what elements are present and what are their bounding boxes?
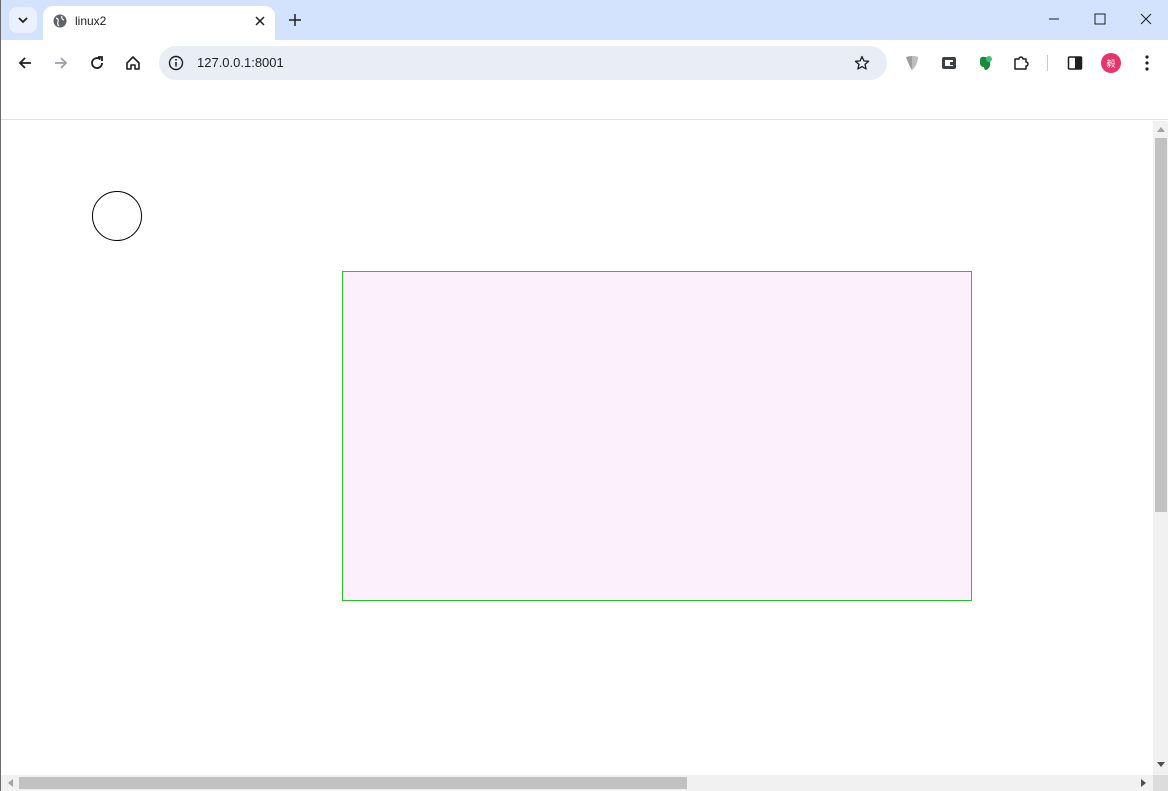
site-info-button[interactable] (167, 54, 185, 72)
globe-icon (53, 14, 67, 28)
tab-close-button[interactable] (251, 12, 269, 30)
side-panel-icon (1067, 56, 1083, 70)
forward-arrow-icon (55, 57, 68, 69)
tab-search-button[interactable] (9, 7, 37, 33)
maximize-icon (1094, 13, 1106, 25)
vertical-scroll-thumb[interactable] (1155, 138, 1167, 512)
info-icon (168, 55, 184, 71)
extension-evernote-button[interactable] (974, 52, 996, 74)
profile-avatar[interactable]: 毅 (1101, 53, 1121, 73)
horizontal-scrollbar[interactable] (1, 775, 1153, 791)
maximize-button[interactable] (1077, 0, 1123, 38)
side-panel-button[interactable] (1064, 52, 1086, 74)
scroll-left-arrow-icon[interactable] (7, 779, 13, 787)
scroll-up-arrow-icon[interactable] (1157, 126, 1165, 132)
star-icon (854, 55, 870, 70)
wallet-extension-icon (942, 57, 956, 69)
browser-menu-button[interactable] (1136, 52, 1158, 74)
forward-button[interactable] (49, 51, 73, 75)
plus-icon (289, 14, 301, 26)
extension-wallet-button[interactable] (938, 52, 960, 74)
toolbar-spacer (1, 86, 1168, 120)
reload-icon (91, 56, 103, 69)
reload-button[interactable] (85, 51, 109, 75)
home-button[interactable] (121, 51, 145, 75)
minimize-icon (1049, 18, 1059, 20)
shield-extension-icon (906, 56, 918, 70)
browser-window: linux2 127.0.0.1:8001 毅 (0, 0, 1168, 791)
address-bar[interactable]: 127.0.0.1:8001 (159, 46, 887, 80)
extension-shield-button[interactable] (901, 52, 923, 74)
rectangle-shape[interactable] (342, 271, 972, 601)
scroll-down-arrow-icon[interactable] (1157, 762, 1165, 768)
vertical-scrollbar[interactable] (1153, 121, 1168, 775)
close-icon (255, 16, 265, 26)
toolbar-divider (1047, 55, 1048, 71)
url-text[interactable]: 127.0.0.1:8001 (197, 55, 284, 70)
home-icon (126, 56, 140, 70)
tab-title: linux2 (75, 14, 107, 28)
minimize-button[interactable] (1031, 0, 1077, 38)
close-icon (1140, 13, 1152, 25)
active-tab[interactable]: linux2 (43, 6, 275, 40)
back-arrow-icon (18, 57, 31, 69)
kebab-menu-icon (1145, 55, 1149, 71)
scroll-right-arrow-icon[interactable] (1141, 779, 1147, 787)
toolbar: 127.0.0.1:8001 毅 (1, 40, 1168, 86)
page-viewport (1, 121, 1153, 775)
extensions-menu-button[interactable] (1010, 52, 1032, 74)
close-window-button[interactable] (1123, 0, 1168, 38)
circle-shape[interactable] (92, 191, 142, 241)
evernote-icon (980, 56, 992, 70)
scrollbar-corner (1153, 775, 1168, 791)
new-tab-button[interactable] (285, 10, 305, 30)
tab-strip: linux2 (1, 0, 1168, 40)
chevron-down-icon (18, 17, 28, 24)
puzzle-icon (1014, 56, 1029, 70)
horizontal-scroll-thumb[interactable] (19, 777, 687, 789)
back-button[interactable] (13, 51, 37, 75)
bookmark-star-button[interactable] (853, 54, 871, 72)
